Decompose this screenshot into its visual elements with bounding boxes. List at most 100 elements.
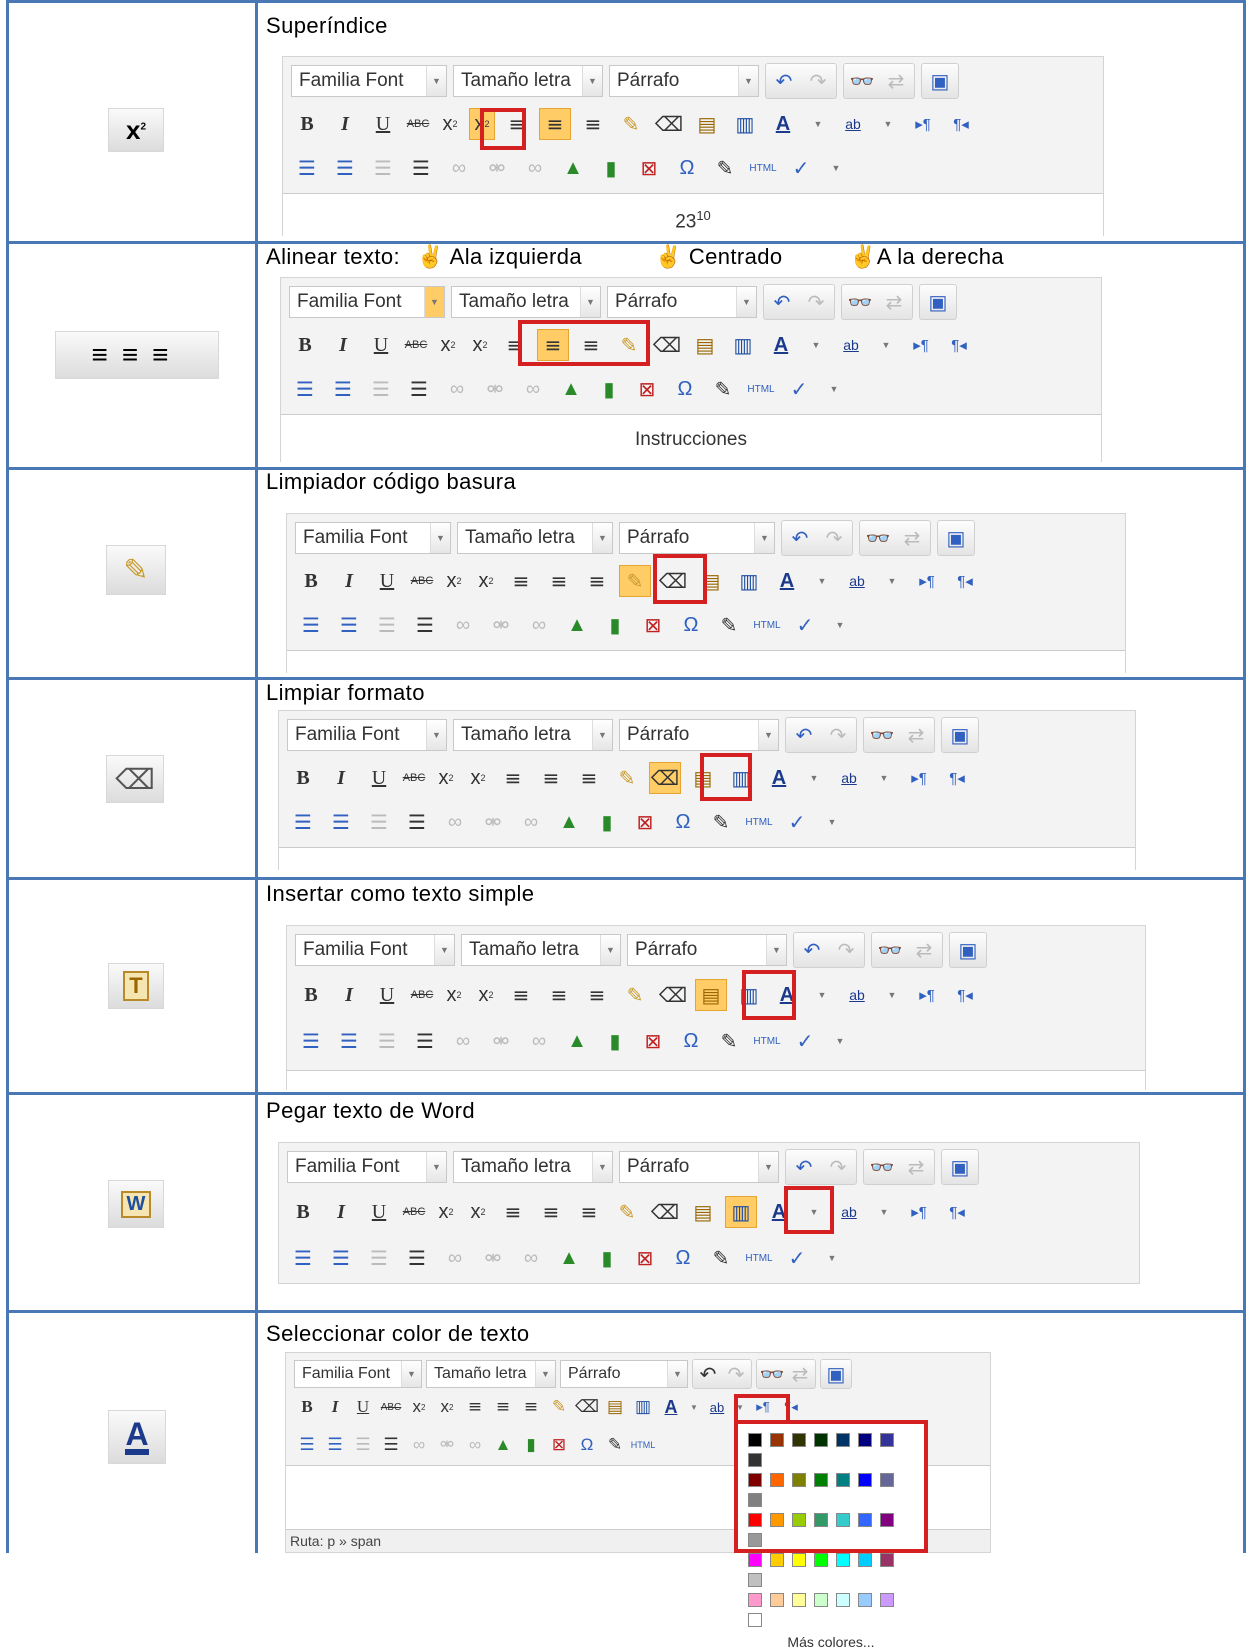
font-family-select[interactable]: Familia Font ▼ (287, 719, 447, 751)
chevron-down-icon[interactable]: ▼ (805, 108, 831, 140)
fullscreen-icon[interactable]: ▣ (944, 719, 976, 751)
outdent-icon[interactable]: ☰ (350, 1432, 376, 1458)
color-swatch[interactable] (792, 1433, 806, 1447)
find-icon[interactable]: 👓 (846, 65, 878, 97)
italic-icon[interactable]: I (327, 329, 359, 361)
color-swatch[interactable] (858, 1593, 872, 1607)
indent-icon[interactable]: ☰ (378, 1432, 404, 1458)
align-left-icon[interactable]: ≡ (505, 565, 537, 597)
chevron-down-icon[interactable]: ▼ (819, 1242, 845, 1274)
chevron-down-icon[interactable]: ▼ (801, 762, 827, 794)
chevron-down-icon[interactable]: ▼ (819, 806, 845, 838)
font-family-select[interactable]: Familia Font ▼ (295, 934, 455, 966)
color-swatch[interactable] (880, 1473, 894, 1487)
align-left-icon[interactable]: ≡ (497, 1196, 529, 1228)
rtl-icon[interactable]: ¶◂ (941, 1196, 973, 1228)
format-select[interactable]: Párrafo ▼ (619, 719, 779, 751)
text-color-icon[interactable]: A (767, 108, 799, 140)
image-icon[interactable]: ▲ (553, 806, 585, 838)
underline-icon[interactable]: U (363, 1196, 395, 1228)
html-icon[interactable]: HTML (751, 1025, 783, 1057)
color-swatch[interactable] (814, 1553, 828, 1567)
replace-icon[interactable]: ⇄ (900, 1151, 932, 1183)
fullscreen-icon[interactable]: ▣ (823, 1361, 849, 1387)
chevron-down-icon[interactable]: ▼ (823, 152, 849, 184)
subscript-icon[interactable]: x2 (433, 1196, 459, 1228)
color-swatch[interactable] (858, 1513, 872, 1527)
eraser-icon[interactable]: ⌫ (649, 1196, 681, 1228)
chevron-down-icon[interactable]: ▼ (879, 565, 905, 597)
find-icon[interactable]: 👓 (759, 1361, 785, 1387)
bullet-list-icon[interactable]: ☰ (287, 1242, 319, 1274)
strikethrough-icon[interactable]: ABC (401, 762, 427, 794)
editor-content[interactable] (287, 1070, 1145, 1091)
italic-icon[interactable]: I (329, 108, 361, 140)
indent-icon[interactable]: ☰ (409, 609, 441, 641)
editor-content[interactable]: Instrucciones (281, 414, 1101, 463)
replace-icon[interactable]: ⇄ (896, 522, 928, 554)
numbered-list-icon[interactable]: ☰ (322, 1432, 348, 1458)
bullet-list-icon[interactable]: ☰ (289, 373, 321, 405)
highlight-color-icon[interactable]: ab (841, 979, 873, 1011)
eraser-icon[interactable]: ⌫ (653, 108, 685, 140)
numbered-list-icon[interactable]: ☰ (325, 1242, 357, 1274)
align-right-icon[interactable]: ≡ (581, 979, 613, 1011)
cleanup-brush-icon[interactable]: ✎ (619, 979, 651, 1011)
font-size-select[interactable]: Tamaño letra ▼ (451, 286, 601, 318)
color-swatch[interactable] (880, 1433, 894, 1447)
chevron-down-icon[interactable]: ▼ (873, 329, 899, 361)
undo-icon[interactable]: ↶ (788, 1151, 820, 1183)
nonbreaking-icon[interactable]: ⊠ (637, 1025, 669, 1057)
replace-icon[interactable]: ⇄ (880, 65, 912, 97)
subscript-icon[interactable]: x2 (433, 762, 459, 794)
nonbreaking-icon[interactable]: ⊠ (629, 1242, 661, 1274)
bold-icon[interactable]: B (294, 1394, 320, 1420)
strikethrough-icon[interactable]: ABC (409, 565, 435, 597)
strikethrough-icon[interactable]: ABC (403, 329, 429, 361)
color-swatch[interactable] (748, 1513, 762, 1527)
rtl-icon[interactable]: ¶◂ (945, 108, 977, 140)
chevron-down-icon[interactable]: ▼ (809, 979, 835, 1011)
outdent-icon[interactable]: ☰ (371, 1025, 403, 1057)
anchor-icon[interactable]: ∞ (519, 152, 551, 184)
fullscreen-icon[interactable]: ▣ (940, 522, 972, 554)
edit-icon[interactable]: ✎ (705, 806, 737, 838)
cleanup-brush-icon[interactable]: ✎ (546, 1394, 572, 1420)
bold-icon[interactable]: B (287, 762, 319, 794)
text-color-icon[interactable]: A (765, 329, 797, 361)
color-swatch[interactable] (814, 1433, 828, 1447)
color-swatch[interactable] (836, 1553, 850, 1567)
color-swatch[interactable] (748, 1453, 762, 1467)
superscript-icon[interactable]: x2 (473, 979, 499, 1011)
spellcheck-icon[interactable]: ✓ (785, 152, 817, 184)
underline-icon[interactable]: U (365, 329, 397, 361)
superscript-icon[interactable]: x2 (465, 1196, 491, 1228)
fullscreen-icon[interactable]: ▣ (924, 65, 956, 97)
edit-icon[interactable]: ✎ (713, 609, 745, 641)
format-select[interactable]: Párrafo ▼ (627, 934, 787, 966)
bullet-list-icon[interactable]: ☰ (287, 806, 319, 838)
color-swatch[interactable] (770, 1593, 784, 1607)
color-swatch[interactable] (748, 1493, 762, 1507)
nonbreaking-icon[interactable]: ⊠ (633, 152, 665, 184)
indent-icon[interactable]: ☰ (401, 1242, 433, 1274)
outdent-icon[interactable]: ☰ (365, 373, 397, 405)
color-swatch[interactable] (748, 1553, 762, 1567)
more-colors-link[interactable]: Más colores... (744, 1634, 918, 1650)
highlight-color-icon[interactable]: ab (835, 329, 867, 361)
paste-word-icon[interactable]: ▥ (630, 1394, 656, 1420)
color-swatch[interactable] (814, 1473, 828, 1487)
color-swatch[interactable] (770, 1513, 784, 1527)
image-icon[interactable]: ▲ (557, 152, 589, 184)
indent-icon[interactable]: ☰ (401, 806, 433, 838)
subscript-icon[interactable]: x2 (441, 979, 467, 1011)
unlink-icon[interactable]: ⚮ (485, 1025, 517, 1057)
cleanup-brush-icon[interactable]: ✎ (611, 1196, 643, 1228)
eraser-icon[interactable]: ⌫ (649, 762, 681, 794)
font-family-select[interactable]: Familia Font ▼ (294, 1360, 422, 1388)
color-swatch[interactable] (792, 1593, 806, 1607)
underline-icon[interactable]: U (371, 979, 403, 1011)
ltr-icon[interactable]: ▸¶ (907, 108, 939, 140)
align-center-icon[interactable]: ≡ (535, 1196, 567, 1228)
bullet-list-icon[interactable]: ☰ (295, 1025, 327, 1057)
